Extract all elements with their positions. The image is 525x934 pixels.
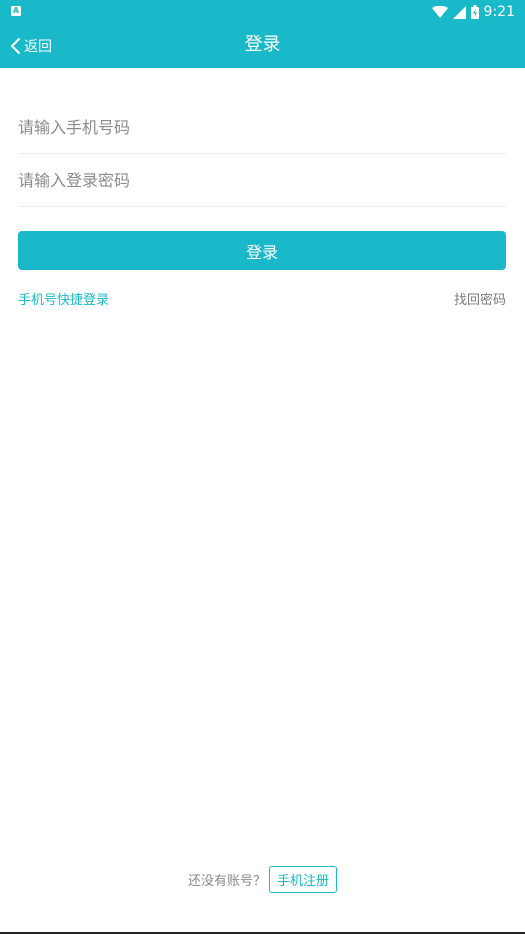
- wifi-icon: [431, 6, 448, 18]
- register-row: 还没有账号？ 手机注册: [0, 865, 525, 893]
- phone-field: [18, 101, 506, 154]
- phone-input[interactable]: [18, 101, 506, 153]
- login-button[interactable]: 登录: [18, 231, 506, 270]
- page-title: 登录: [244, 34, 281, 55]
- status-time: 9:21: [483, 4, 515, 20]
- no-account-text: 还没有账号？: [187, 873, 266, 889]
- signal-icon: [452, 5, 466, 19]
- a-notification-icon: A: [11, 6, 21, 16]
- battery-icon: [470, 5, 479, 19]
- quick-login-link[interactable]: 手机号快捷登录: [18, 289, 109, 308]
- forgot-password-link[interactable]: 找回密码: [454, 289, 506, 308]
- status-bar: A 9:21: [0, 0, 525, 24]
- password-field: [18, 154, 506, 207]
- app-bar: A 9:21 返回 登录: [0, 0, 525, 68]
- status-icons: 9:21: [431, 3, 515, 21]
- password-input[interactable]: [18, 154, 506, 206]
- register-button[interactable]: 手机注册: [269, 865, 338, 893]
